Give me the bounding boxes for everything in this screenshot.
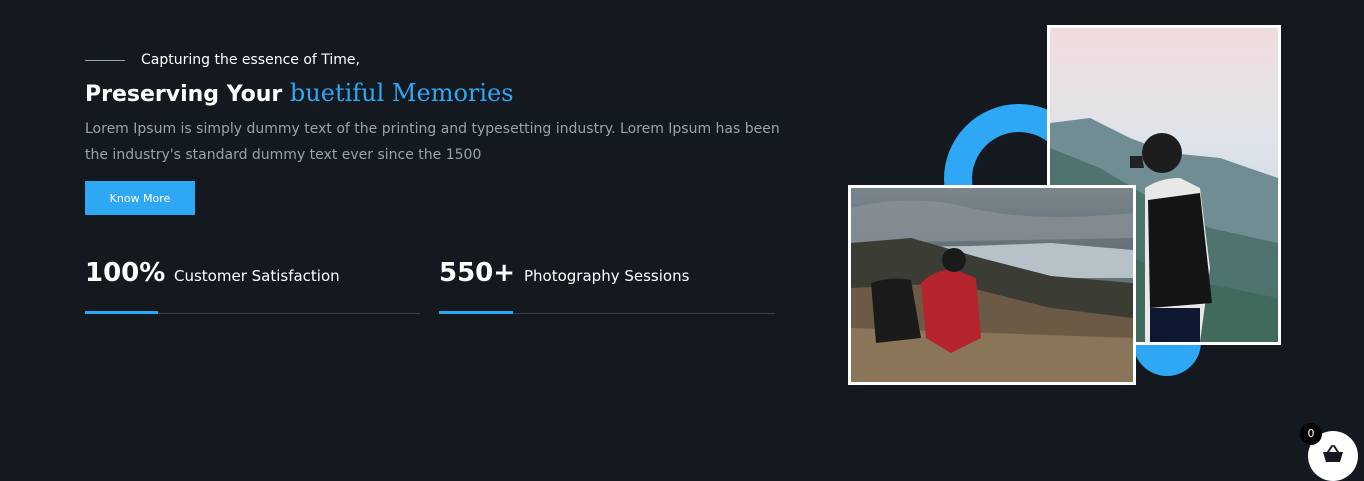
- stat-sessions: 550+ Photography Sessions: [439, 258, 775, 314]
- eyebrow-divider: [85, 59, 125, 61]
- stat-value: 550+: [439, 258, 516, 288]
- stat-label: Customer Satisfaction: [174, 267, 340, 285]
- eyebrow-row: Capturing the essence of Time,: [85, 52, 360, 68]
- headline-plain: Preserving Your: [85, 82, 290, 107]
- headline-accent: buetiful Memories: [289, 79, 514, 107]
- photo-photographer: [848, 185, 1136, 385]
- stat-satisfaction: 100% Customer Satisfaction: [85, 258, 420, 314]
- stat-value: 100%: [85, 258, 166, 288]
- stat-fill: [85, 311, 158, 314]
- basket-icon: [1323, 445, 1343, 462]
- hero-description: Lorem Ipsum is simply dummy text of the …: [85, 121, 780, 163]
- stat-label: Photography Sessions: [524, 267, 690, 285]
- cart-count-badge: 0: [1300, 423, 1322, 445]
- hero-headline: Preserving Your buetiful Memories: [85, 79, 514, 107]
- stat-fill: [439, 311, 513, 314]
- decorative-half-circle: [1133, 342, 1201, 376]
- eyebrow-text: Capturing the essence of Time,: [141, 52, 360, 68]
- know-more-button[interactable]: Know More: [85, 181, 195, 215]
